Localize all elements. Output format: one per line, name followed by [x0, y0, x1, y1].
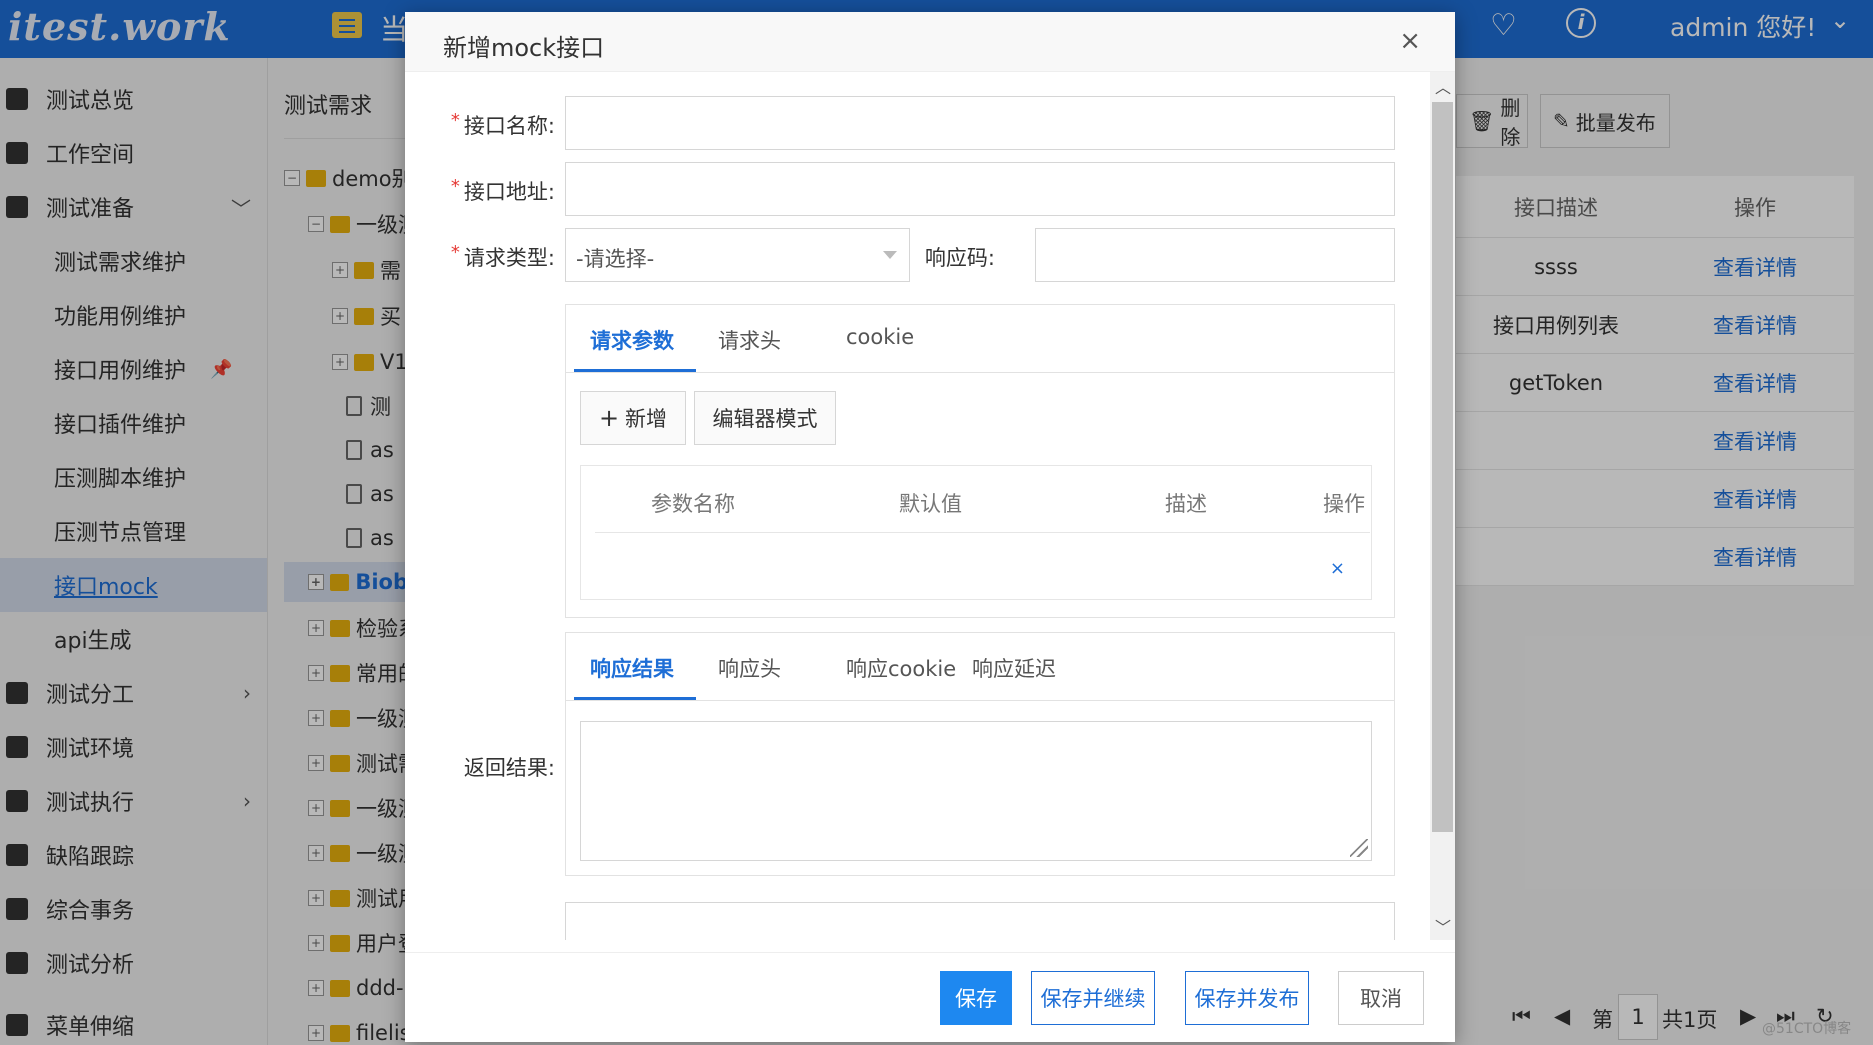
save-continue-button[interactable]: 保存并继续 — [1031, 971, 1155, 1025]
label-text: 请求类型: — [463, 246, 555, 270]
active-tab-indicator — [574, 369, 696, 372]
required-mark: * — [450, 242, 460, 263]
cancel-button[interactable]: 取消 — [1338, 971, 1424, 1025]
api-url-label: * 接口地址: — [405, 176, 555, 206]
dialog-scrollbar[interactable]: ︿ ﹀ — [1430, 72, 1455, 940]
dialog-body: * 接口名称: * 接口地址: * 请求类型: -请选择- 响应码: 请求参数 请求头… — [405, 72, 1430, 940]
tab-request-headers[interactable]: 请求头 — [718, 325, 781, 355]
select-value: -请选择- — [576, 247, 655, 271]
label-text: 接口地址: — [463, 180, 555, 204]
tab-response-cookie[interactable]: 响应cookie — [846, 653, 956, 683]
dialog-title: 新增mock接口 — [443, 34, 605, 62]
scrollbar-thumb[interactable] — [1432, 102, 1453, 832]
close-icon[interactable]: × — [1399, 26, 1421, 56]
add-mock-dialog: 新增mock接口 × * 接口名称: * 接口地址: * 请求类型: -请选择- 响应… — [405, 12, 1455, 1042]
label-text: 接口名称: — [463, 114, 555, 138]
api-name-label: * 接口名称: — [405, 110, 555, 140]
param-table: 参数名称 默认值 描述 操作 × — [580, 465, 1372, 600]
chevron-up-icon[interactable]: ︿ — [1435, 74, 1451, 98]
tab-response-delay[interactable]: 响应延迟 — [972, 653, 1056, 683]
dialog-header: 新增mock接口 × — [405, 12, 1455, 72]
response-tabs: 响应结果 响应头 响应cookie 响应延迟 — [566, 633, 1394, 701]
tab-response-result[interactable]: 响应结果 — [590, 653, 674, 683]
plus-icon: + — [598, 404, 620, 432]
resize-handle-icon[interactable] — [1350, 839, 1368, 857]
chevron-down-icon[interactable]: ﹀ — [1435, 914, 1451, 938]
required-mark: * — [450, 176, 460, 197]
remove-row-icon[interactable]: × — [1330, 558, 1345, 579]
response-code-input[interactable] — [1035, 228, 1395, 282]
tab-request-cookie[interactable]: cookie — [846, 325, 914, 349]
active-tab-indicator — [574, 697, 696, 700]
add-label: 新增 — [625, 407, 668, 431]
column-header: 描述 — [1165, 492, 1207, 516]
response-result-textarea[interactable] — [580, 721, 1372, 861]
tab-response-headers[interactable]: 响应头 — [718, 653, 781, 683]
column-header: 参数名称 — [651, 492, 735, 516]
return-result-label: 返回结果: — [463, 756, 555, 780]
add-param-button[interactable]: + 新增 — [580, 391, 686, 445]
editor-mode-button[interactable]: 编辑器模式 — [694, 391, 836, 445]
extra-input[interactable] — [565, 902, 1395, 940]
save-publish-button[interactable]: 保存并发布 — [1185, 971, 1309, 1025]
save-button[interactable]: 保存 — [940, 971, 1012, 1025]
column-header: 操作 — [1323, 492, 1365, 516]
response-panel: 响应结果 响应头 响应cookie 响应延迟 — [565, 632, 1395, 876]
api-url-input[interactable] — [565, 162, 1395, 216]
column-header: 默认值 — [899, 492, 962, 516]
dialog-footer: 保存 保存并继续 保存并发布 取消 — [405, 952, 1455, 1042]
request-panel: 请求参数 请求头 cookie + 新增 编辑器模式 参数名称 默认值 描述 操作… — [565, 304, 1395, 618]
response-code-label: 响应码: — [924, 246, 995, 270]
tab-request-params[interactable]: 请求参数 — [590, 325, 674, 355]
request-tabs: 请求参数 请求头 cookie — [566, 305, 1394, 373]
request-type-label: * 请求类型: — [405, 242, 555, 272]
divider — [595, 532, 1370, 533]
required-mark: * — [450, 110, 460, 131]
api-name-input[interactable] — [565, 96, 1395, 150]
